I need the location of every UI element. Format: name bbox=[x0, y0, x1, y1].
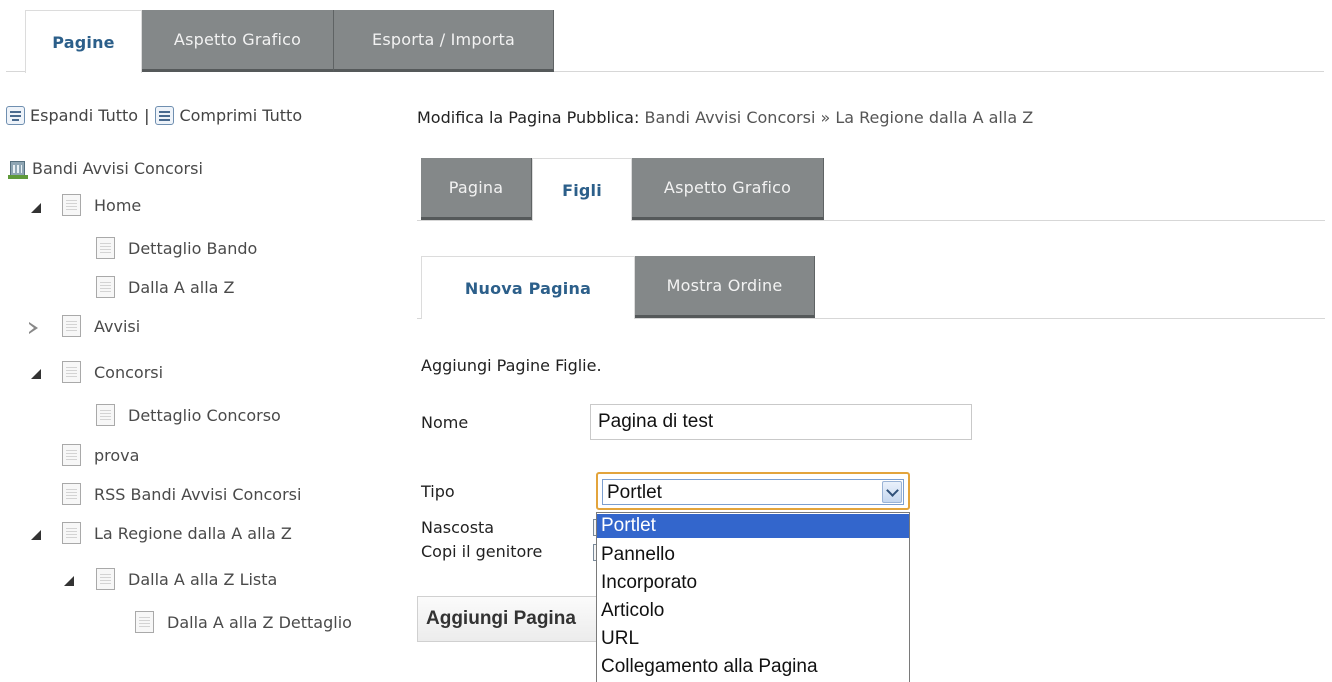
tree-item-dettaglio[interactable]: Dalla A alla Z Dettaglio bbox=[135, 611, 352, 633]
tree-item-dettaglio-concorso[interactable]: Dettaglio Concorso bbox=[96, 404, 281, 426]
add-page-button[interactable]: Aggiungi Pagina bbox=[417, 596, 617, 642]
option-articolo[interactable]: Articolo bbox=[597, 599, 909, 623]
tab-label: Pagina bbox=[448, 178, 504, 197]
tree-item-label: Concorsi bbox=[94, 362, 164, 382]
tab-pagine[interactable]: Pagine bbox=[25, 10, 142, 73]
tree-item-label: La Regione dalla A alla Z bbox=[94, 523, 292, 543]
site-icon bbox=[8, 157, 28, 179]
page-icon bbox=[96, 568, 115, 590]
tree-item-label: RSS Bandi Avvisi Concorsi bbox=[94, 484, 302, 504]
page-title: Modifica la Pagina Pubblica: Bandi Avvis… bbox=[417, 108, 1033, 127]
tree-item-avvisi[interactable]: Avvisi bbox=[62, 315, 140, 337]
page-icon bbox=[96, 404, 115, 426]
name-field[interactable] bbox=[590, 404, 972, 440]
main-tabbar: Pagine Aspetto Grafico Esporta / Importa bbox=[6, 10, 1324, 73]
collapse-toggle-icon[interactable] bbox=[62, 574, 76, 588]
tab-esporta-importa[interactable]: Esporta / Importa bbox=[334, 10, 554, 72]
tab-figli[interactable]: Figli bbox=[532, 158, 632, 221]
tree-item-dettaglio-bando[interactable]: Dettaglio Bando bbox=[96, 237, 257, 259]
page-icon bbox=[96, 237, 115, 259]
expand-all-icon[interactable] bbox=[6, 106, 25, 125]
option-incorporato[interactable]: Incorporato bbox=[597, 571, 909, 595]
tab-pagina[interactable]: Pagina bbox=[421, 158, 532, 220]
tree-item-home[interactable]: Home bbox=[62, 194, 141, 216]
tab-label: Figli bbox=[562, 180, 602, 200]
collapse-toggle-icon[interactable] bbox=[29, 367, 43, 381]
tab-label: Aspetto Grafico bbox=[173, 30, 302, 49]
tree-item-label: Dettaglio Bando bbox=[128, 238, 258, 258]
tree-item-prova[interactable]: prova bbox=[62, 444, 139, 466]
page-icon bbox=[62, 522, 81, 544]
tree-item-label: Home bbox=[94, 195, 142, 215]
tree-root[interactable]: Bandi Avvisi Concorsi bbox=[8, 157, 203, 179]
tree-item-la-regione[interactable]: La Regione dalla A alla Z bbox=[62, 522, 292, 544]
type-dropdown-list: Portlet Pannello Incorporato Articolo UR… bbox=[596, 512, 910, 682]
tab-aspetto-grafico-page[interactable]: Aspetto Grafico bbox=[632, 158, 824, 220]
hidden-label: Nascosta bbox=[421, 518, 495, 537]
option-pannello[interactable]: Pannello bbox=[597, 543, 909, 567]
tab-aspetto-grafico[interactable]: Aspetto Grafico bbox=[142, 10, 334, 72]
page-icon bbox=[135, 611, 154, 633]
tree-item-label: Avvisi bbox=[94, 316, 141, 336]
toolbar-separator: | bbox=[144, 106, 150, 125]
child-subtabs: Nuova Pagina Mostra Ordine bbox=[417, 256, 1325, 319]
tree-item-dalla-a-alla-z[interactable]: Dalla A alla Z bbox=[96, 276, 234, 298]
page-subtabs: Pagina Figli Aspetto Grafico bbox=[417, 158, 1325, 221]
tab-mostra-ordine[interactable]: Mostra Ordine bbox=[635, 256, 815, 318]
option-collegamento[interactable]: Collegamento alla Pagina bbox=[597, 655, 909, 679]
form-intro: Aggiungi Pagine Figlie. bbox=[421, 356, 602, 375]
copy-parent-label: Copi il genitore bbox=[421, 542, 543, 561]
page-icon bbox=[62, 444, 81, 466]
option-url[interactable]: URL bbox=[597, 627, 909, 651]
collapse-toggle-icon[interactable] bbox=[29, 201, 43, 215]
tree-toolbar: Espandi Tutto | Comprimi Tutto bbox=[6, 106, 302, 125]
tab-label: Nuova Pagina bbox=[464, 278, 592, 298]
option-portlet[interactable]: Portlet bbox=[597, 514, 909, 538]
type-label: Tipo bbox=[421, 482, 455, 501]
page-icon bbox=[62, 194, 81, 216]
expand-all-link[interactable]: Espandi Tutto bbox=[30, 106, 138, 125]
page-icon bbox=[62, 315, 81, 337]
tab-label: Pagine bbox=[52, 32, 115, 52]
tab-label: Aspetto Grafico bbox=[663, 178, 792, 197]
collapse-all-icon[interactable] bbox=[155, 106, 175, 125]
tree-item-label: Dalla A alla Z Lista bbox=[128, 569, 278, 589]
title-prefix: Modifica la Pagina Pubblica: bbox=[417, 108, 640, 127]
tree-item-label: prova bbox=[94, 445, 140, 465]
tab-label: Mostra Ordine bbox=[666, 276, 783, 295]
page-icon bbox=[62, 361, 81, 383]
collapse-all-link[interactable]: Comprimi Tutto bbox=[179, 106, 302, 125]
type-select[interactable]: Portlet bbox=[596, 472, 910, 510]
tree-item-rss[interactable]: RSS Bandi Avvisi Concorsi bbox=[62, 483, 301, 505]
tree-item-lista[interactable]: Dalla A alla Z Lista bbox=[96, 568, 277, 590]
tree-root-label: Bandi Avvisi Concorsi bbox=[32, 158, 203, 178]
tree-item-label: Dalla A alla Z bbox=[128, 277, 235, 297]
name-label: Nome bbox=[421, 413, 469, 432]
page-icon bbox=[96, 276, 115, 298]
type-select-value: Portlet bbox=[607, 482, 662, 503]
tree-item-label: Dalla A alla Z Dettaglio bbox=[167, 612, 352, 632]
tab-label: Esporta / Importa bbox=[372, 30, 515, 49]
tree-item-concorsi[interactable]: Concorsi bbox=[62, 361, 163, 383]
chevron-down-icon[interactable] bbox=[882, 481, 902, 503]
tree-item-label: Dettaglio Concorso bbox=[128, 405, 281, 425]
breadcrumb: Bandi Avvisi Concorsi » La Regione dalla… bbox=[644, 108, 1034, 127]
page-icon bbox=[62, 483, 81, 505]
tab-nuova-pagina[interactable]: Nuova Pagina bbox=[421, 256, 635, 319]
expand-toggle-icon[interactable] bbox=[26, 321, 40, 335]
collapse-toggle-icon[interactable] bbox=[29, 528, 43, 542]
